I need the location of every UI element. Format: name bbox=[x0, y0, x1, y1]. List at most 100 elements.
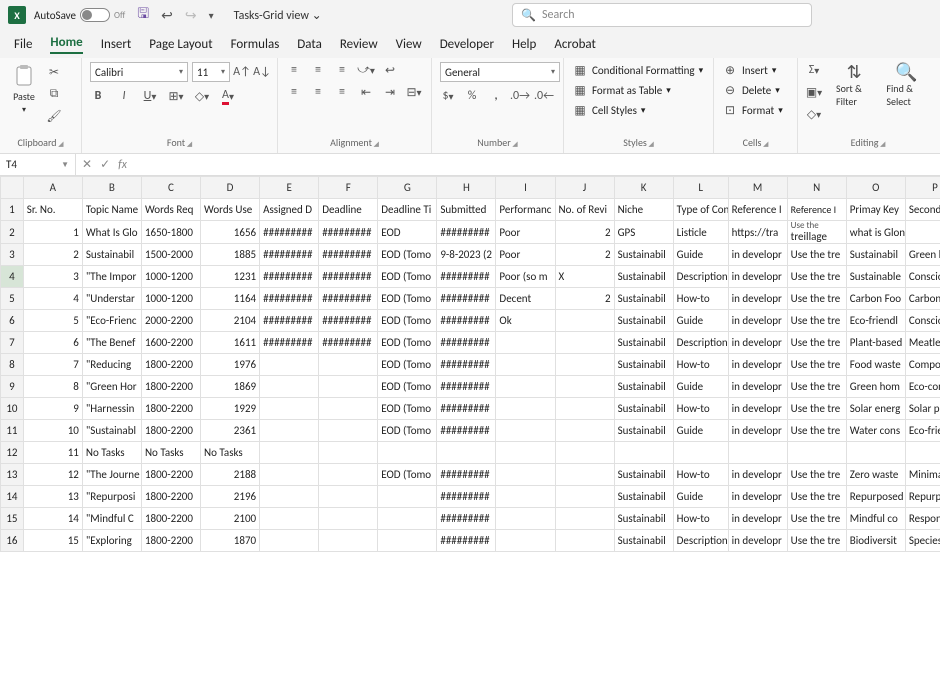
row-header[interactable]: 8 bbox=[1, 354, 24, 376]
cell[interactable]: How-to bbox=[673, 464, 728, 486]
cell[interactable]: Carbon foo bbox=[905, 288, 940, 310]
cell[interactable]: 4 bbox=[23, 288, 82, 310]
cell[interactable]: Repurposed bbox=[846, 486, 905, 508]
cell[interactable]: Use the tre bbox=[787, 332, 846, 354]
cell[interactable]: 12 bbox=[23, 464, 82, 486]
cell[interactable]: Sustainabil bbox=[614, 244, 673, 266]
cell[interactable]: "The Journe bbox=[82, 464, 141, 486]
cell[interactable]: "Understar bbox=[82, 288, 141, 310]
row-header[interactable]: 6 bbox=[1, 310, 24, 332]
col-header-E[interactable]: E bbox=[260, 177, 319, 199]
cell[interactable]: ######### bbox=[319, 221, 378, 244]
cell[interactable]: "Green Hor bbox=[82, 376, 141, 398]
borders-icon[interactable]: ⊞▾ bbox=[168, 88, 184, 104]
row-header[interactable]: 4 bbox=[1, 266, 24, 288]
underline-icon[interactable]: U▾ bbox=[142, 88, 158, 104]
tab-page-layout[interactable]: Page Layout bbox=[149, 37, 212, 52]
cell[interactable]: EOD (Tomo bbox=[378, 310, 437, 332]
wrap-text-icon[interactable]: ↩ bbox=[382, 62, 398, 78]
cell[interactable] bbox=[378, 530, 437, 552]
cell[interactable]: Sustainabil bbox=[614, 266, 673, 288]
cell[interactable] bbox=[260, 398, 319, 420]
cell[interactable] bbox=[260, 442, 319, 464]
col-header-F[interactable]: F bbox=[319, 177, 378, 199]
cell[interactable] bbox=[555, 486, 614, 508]
cell[interactable]: 1600-2200 bbox=[141, 332, 200, 354]
cell[interactable]: Sustainabil bbox=[82, 244, 141, 266]
row-header[interactable]: 15 bbox=[1, 508, 24, 530]
worksheet-grid[interactable]: ABCDEFGHIJKLMNOP 1Sr. No.Topic NameWords… bbox=[0, 176, 940, 675]
cell[interactable]: Use the tre bbox=[787, 244, 846, 266]
cell[interactable]: ######### bbox=[437, 221, 496, 244]
cell[interactable] bbox=[555, 376, 614, 398]
cell[interactable]: "Eco-Frienc bbox=[82, 310, 141, 332]
autosum-icon[interactable]: Σ▾ bbox=[806, 62, 822, 78]
tab-insert[interactable]: Insert bbox=[101, 37, 132, 52]
cell[interactable] bbox=[319, 354, 378, 376]
cell[interactable] bbox=[905, 221, 940, 244]
cell[interactable]: 1885 bbox=[201, 244, 260, 266]
cell[interactable] bbox=[319, 376, 378, 398]
cell[interactable]: Use the tre bbox=[787, 288, 846, 310]
align-center-icon[interactable]: ≡ bbox=[310, 84, 326, 100]
customize-qat-icon[interactable]: ▾ bbox=[209, 9, 214, 22]
cell[interactable] bbox=[614, 442, 673, 464]
cell[interactable]: Guide bbox=[673, 376, 728, 398]
font-color-icon[interactable]: A▾ bbox=[220, 88, 236, 104]
cell[interactable] bbox=[555, 420, 614, 442]
cell[interactable]: 1656 bbox=[201, 221, 260, 244]
cell[interactable]: How-to bbox=[673, 354, 728, 376]
cell[interactable]: How-to bbox=[673, 508, 728, 530]
cell[interactable]: ######### bbox=[437, 376, 496, 398]
cell[interactable]: Conscious c bbox=[905, 310, 940, 332]
tab-review[interactable]: Review bbox=[340, 37, 378, 52]
cell[interactable]: in developr bbox=[728, 288, 787, 310]
cell[interactable]: 1800-2200 bbox=[141, 398, 200, 420]
cell[interactable]: Words Use bbox=[201, 199, 260, 221]
cell[interactable]: Words Req bbox=[141, 199, 200, 221]
cell[interactable]: Minimalist bbox=[905, 464, 940, 486]
cell[interactable]: EOD (Tomo bbox=[378, 376, 437, 398]
cell[interactable] bbox=[319, 442, 378, 464]
redo-icon[interactable]: ↪ bbox=[185, 7, 197, 24]
cell[interactable]: No Tasks bbox=[201, 442, 260, 464]
cell[interactable] bbox=[555, 332, 614, 354]
row-header[interactable]: 13 bbox=[1, 464, 24, 486]
cell[interactable]: EOD (Tomo bbox=[378, 464, 437, 486]
row-header[interactable]: 10 bbox=[1, 398, 24, 420]
cell[interactable]: Eco-friendl bbox=[905, 420, 940, 442]
cell[interactable]: Poor bbox=[496, 244, 555, 266]
col-header-J[interactable]: J bbox=[555, 177, 614, 199]
cell[interactable]: 2 bbox=[555, 288, 614, 310]
cell[interactable]: Green hom bbox=[846, 376, 905, 398]
cell[interactable] bbox=[260, 530, 319, 552]
col-header-G[interactable]: G bbox=[378, 177, 437, 199]
sort-filter-button[interactable]: ⇅Sort & Filter bbox=[832, 62, 876, 110]
cell[interactable]: Type of Con bbox=[673, 199, 728, 221]
cell[interactable]: 1500-2000 bbox=[141, 244, 200, 266]
cell[interactable]: "The Impor bbox=[82, 266, 141, 288]
decrease-font-icon[interactable]: A↓ bbox=[254, 64, 270, 80]
cell[interactable]: Decent bbox=[496, 288, 555, 310]
cell[interactable]: EOD (Tomo bbox=[378, 244, 437, 266]
cell[interactable]: Food waste bbox=[846, 354, 905, 376]
cell[interactable]: Sustainabil bbox=[614, 464, 673, 486]
row-header[interactable]: 7 bbox=[1, 332, 24, 354]
fill-icon[interactable]: ▣▾ bbox=[806, 84, 822, 100]
cell[interactable]: Eco-conscio bbox=[905, 376, 940, 398]
cell[interactable]: Sustainabil bbox=[614, 310, 673, 332]
cell[interactable]: EOD bbox=[378, 221, 437, 244]
cell[interactable]: 1164 bbox=[201, 288, 260, 310]
cell[interactable] bbox=[787, 442, 846, 464]
cell[interactable]: 1976 bbox=[201, 354, 260, 376]
cell[interactable]: 1800-2200 bbox=[141, 376, 200, 398]
cell[interactable]: 10 bbox=[23, 420, 82, 442]
cell[interactable] bbox=[260, 508, 319, 530]
cell[interactable] bbox=[319, 530, 378, 552]
cell[interactable]: in developr bbox=[728, 464, 787, 486]
cell[interactable]: Responsible bbox=[905, 508, 940, 530]
format-as-table-button[interactable]: ▦Format as Table ▾ bbox=[572, 82, 703, 98]
cell[interactable]: EOD (Tomo bbox=[378, 420, 437, 442]
tab-acrobat[interactable]: Acrobat bbox=[554, 37, 596, 52]
cell[interactable]: ######### bbox=[437, 354, 496, 376]
